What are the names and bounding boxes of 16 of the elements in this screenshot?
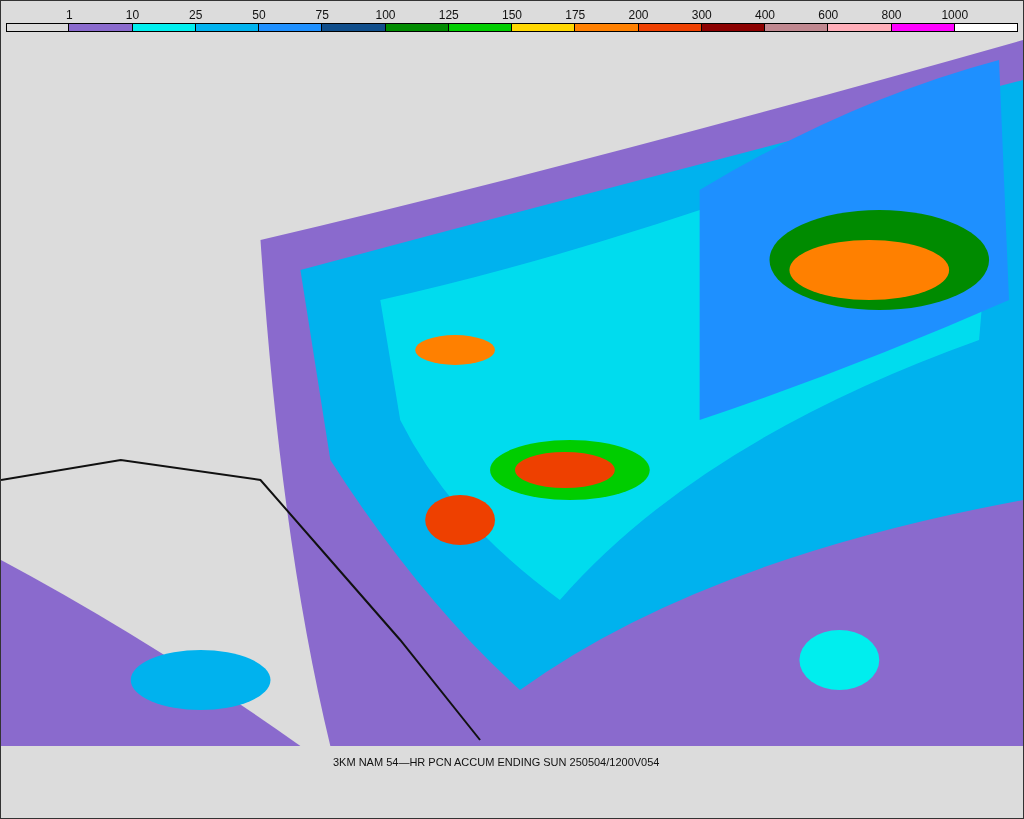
legend-label: 800	[881, 9, 902, 21]
legend-label: 50	[252, 9, 266, 21]
legend-label: 200	[628, 9, 649, 21]
legend-label: 400	[755, 9, 775, 21]
legend-label: 75	[315, 9, 329, 21]
legend-label: 175	[565, 9, 586, 21]
legend-label: 10	[125, 9, 140, 21]
legend-label: 150	[502, 9, 522, 21]
legend-label: 1	[65, 9, 73, 21]
legend-label: 25	[189, 9, 203, 21]
legend-label: 100	[375, 9, 396, 21]
legend-label: 125	[438, 9, 459, 21]
map-caption: 3KM NAM 54—HR PCN ACCUM ENDING SUN 250504/1200V054	[333, 755, 660, 770]
legend-label: 600	[818, 9, 839, 21]
legend-label: 300	[691, 9, 712, 21]
legend-label: 1000	[941, 9, 969, 21]
